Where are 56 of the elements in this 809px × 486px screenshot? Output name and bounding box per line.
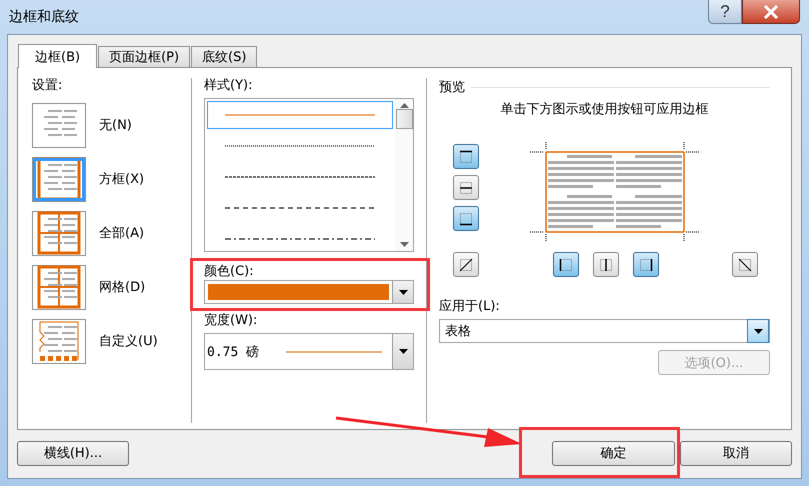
border-toggle-button[interactable] — [592, 252, 618, 277]
line-sample-icon — [225, 237, 375, 241]
border-edge-icon — [738, 258, 752, 272]
horizontal-line-button[interactable]: 横线(H)... — [17, 440, 129, 466]
setting-label: 自定义(U) — [99, 333, 158, 350]
tab[interactable]: 底纹(S) — [191, 46, 258, 67]
border-toggle-button[interactable] — [732, 252, 758, 277]
width-label: 宽度(W): — [204, 313, 258, 329]
setting-label: 全部(A) — [99, 225, 144, 242]
border-toggle-button[interactable] — [453, 144, 479, 169]
border-edge-icon — [459, 180, 473, 194]
plain-page-icon[interactable] — [32, 102, 86, 148]
color-label: 颜色(C): — [204, 264, 254, 279]
close-button[interactable] — [742, 0, 800, 24]
style-label: 样式(Y): — [204, 78, 254, 94]
border-edge-icon — [638, 258, 652, 272]
boxed-page-icon[interactable] — [32, 156, 86, 202]
ok-button[interactable]: 确定 — [552, 440, 675, 466]
border-edge-icon — [459, 258, 473, 272]
border-edge-icon — [558, 258, 572, 272]
settings-label: 设置: — [32, 78, 64, 94]
border-edge-icon — [459, 150, 473, 164]
preview-label: 预览 — [439, 79, 465, 96]
border-toggle-button[interactable] — [552, 252, 578, 277]
apply-to-label: 应用于(L): — [439, 299, 501, 315]
setting-label: 无(N) — [99, 117, 132, 134]
border-toggle-button[interactable] — [632, 252, 658, 277]
border-toggle-button[interactable] — [453, 206, 479, 231]
window-title: 边框和底纹 — [9, 8, 79, 26]
color-dropdown[interactable] — [204, 280, 414, 304]
tab[interactable]: 页面边框(P) — [98, 46, 190, 67]
border-edge-icon — [598, 258, 612, 272]
setting-label: 网格(D) — [99, 279, 146, 296]
cancel-button[interactable]: 取消 — [680, 440, 792, 466]
width-dropdown[interactable]: 0.75 磅 — [204, 333, 414, 370]
scroll-thumb[interactable] — [396, 109, 412, 129]
close-icon — [763, 4, 779, 18]
line-sample-icon — [286, 350, 382, 352]
border-edge-icon — [459, 212, 473, 226]
line-sample-icon — [225, 175, 375, 179]
grid-borders-icon[interactable] — [32, 264, 86, 310]
line-sample-icon — [225, 113, 375, 117]
border-toggle-button[interactable] — [453, 252, 479, 277]
custom-border-icon[interactable] — [32, 318, 86, 364]
preview-page-drawing[interactable] — [530, 142, 700, 242]
tab[interactable]: 边框(B) — [18, 44, 98, 68]
preview-hint: 单击下方图示或使用按钮可应用边框 — [500, 102, 708, 118]
line-sample-icon — [225, 206, 375, 210]
help-button[interactable]: ? — [708, 0, 742, 24]
setting-label: 方框(X) — [99, 171, 144, 188]
scrollbar[interactable] — [395, 99, 413, 251]
line-sample-icon — [225, 144, 375, 148]
scroll-down-icon[interactable] — [400, 242, 408, 247]
apply-to-dropdown[interactable]: 表格 — [439, 319, 770, 343]
all-borders-icon[interactable] — [32, 210, 86, 256]
border-toggle-button[interactable] — [453, 175, 479, 200]
